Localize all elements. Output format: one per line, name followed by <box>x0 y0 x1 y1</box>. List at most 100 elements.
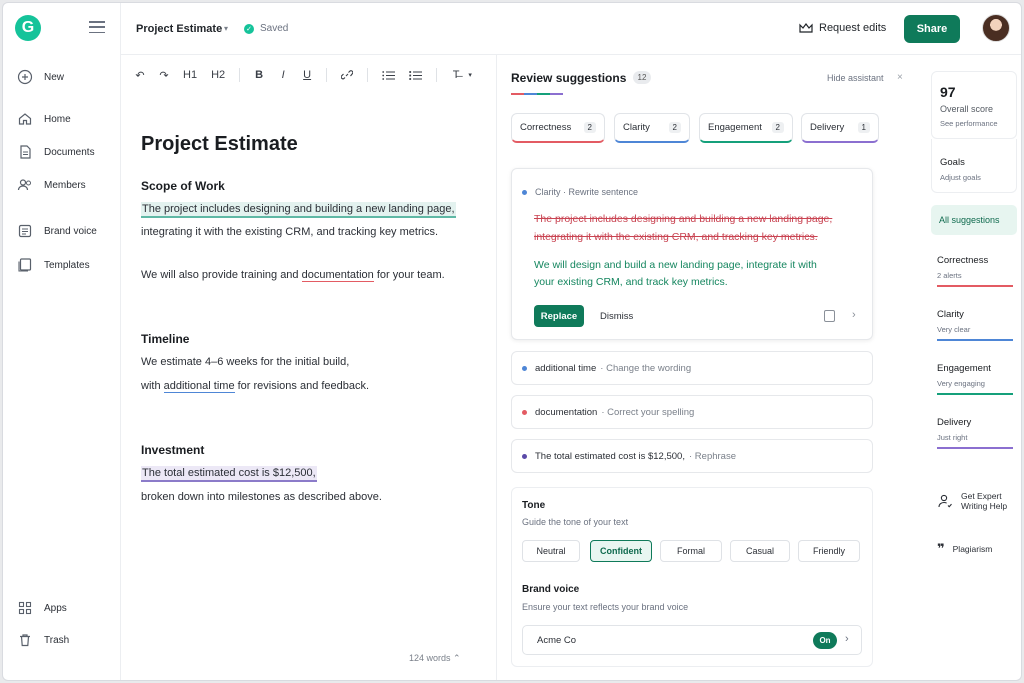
share-button[interactable]: Share <box>904 15 960 43</box>
text-line[interactable]: The project includes designing and build… <box>141 202 456 218</box>
bold-button[interactable]: B <box>254 69 264 81</box>
text-line[interactable]: We will also provide training and docume… <box>141 269 445 282</box>
tab-count: 2 <box>668 122 681 133</box>
text-line[interactable]: integrating it with the existing CRM, an… <box>141 226 438 238</box>
suggestion-hint: · Change the wording <box>600 362 692 374</box>
goals-card[interactable]: Goals Adjust goals <box>931 139 1017 193</box>
brand-voice-toggle[interactable]: On <box>813 632 837 649</box>
rail-category-engagement[interactable]: Engagement Very engaging <box>937 363 1013 395</box>
text-line[interactable]: The total estimated cost is $12,500, <box>141 466 317 482</box>
avatar[interactable] <box>982 14 1010 42</box>
app-window: G New Home Documents Members Brand voice… <box>2 2 1022 681</box>
hamburger-menu-icon[interactable] <box>89 21 105 33</box>
undo-icon[interactable]: ↶ <box>135 69 145 82</box>
sidebar-item-apps[interactable]: Apps <box>17 600 67 616</box>
suggestion-card[interactable]: additional time · Change the wording <box>511 351 873 385</box>
wording-underline[interactable]: additional time <box>163 380 235 393</box>
see-performance-link[interactable]: See performance <box>940 119 998 128</box>
chevron-down-icon[interactable]: ▾ <box>465 71 475 79</box>
word-count[interactable]: 124 words ⌃ <box>409 653 461 664</box>
tone-option-confident[interactable]: Confident <box>590 540 652 562</box>
request-edits-button[interactable]: Request edits <box>799 22 886 34</box>
redo-icon[interactable]: ↷ <box>159 69 169 82</box>
sidebar-item-label: New <box>44 71 65 83</box>
tone-panel: Tone Guide the tone of your text Neutral… <box>511 487 873 667</box>
category-name: Engagement <box>937 363 991 374</box>
brand-voice-icon <box>17 223 33 239</box>
suggestion-card[interactable]: The total estimated cost is $12,500, · Re… <box>511 439 873 473</box>
section-heading: Investment <box>141 443 205 457</box>
all-suggestions-button[interactable]: All suggestions <box>931 205 1017 235</box>
suggestion-meta: Clarity · Rewrite sentence <box>522 187 638 197</box>
chevron-right-icon[interactable]: › <box>845 633 849 645</box>
hint-label: Correct your spelling <box>607 406 695 418</box>
sidebar-item-home[interactable]: Home <box>17 111 71 127</box>
rail-category-correctness[interactable]: Correctness 2 alerts <box>937 255 1013 287</box>
clarity-highlight[interactable]: The project includes designing and build… <box>141 202 456 218</box>
hide-assistant-link[interactable]: Hide assistant <box>827 73 884 83</box>
review-panel: Review suggestions 12 Hide assistant × C… <box>497 55 903 680</box>
overall-score-card[interactable]: 97 Overall score See performance <box>931 71 1017 139</box>
chevron-right-icon[interactable]: › <box>852 309 856 321</box>
review-title-underline <box>511 93 563 95</box>
word-count-label: 124 words <box>409 653 451 663</box>
rephrase-highlight[interactable]: The total estimated cost is $12,500, <box>141 466 317 482</box>
apps-grid-icon <box>17 600 33 616</box>
chevron-down-icon[interactable]: ▾ <box>224 24 228 33</box>
spelling-underline[interactable]: documentation <box>301 269 374 282</box>
clear-format-button[interactable]: T̶ <box>451 69 461 81</box>
plagiarism-button[interactable]: ❞ Plagiarism <box>937 541 992 557</box>
sidebar-item-brand-voice[interactable]: Brand voice <box>17 223 97 239</box>
tab-delivery[interactable]: Delivery 1 <box>801 113 879 143</box>
editor-pane[interactable]: ↶ ↷ H1 H2 B I U T̶ ▾ Project Estimate Sc… <box>121 55 497 680</box>
rail-category-delivery[interactable]: Delivery Just right <box>937 417 1013 449</box>
link-icon[interactable] <box>341 69 354 81</box>
suggestion-card-expanded[interactable]: Clarity · Rewrite sentence The project i… <box>511 168 873 340</box>
replace-button[interactable]: Replace <box>534 305 584 327</box>
suggestion-text: documentation <box>535 406 598 418</box>
heading-1-button[interactable]: H1 <box>183 69 197 81</box>
tab-clarity[interactable]: Clarity 2 <box>614 113 690 143</box>
suggestion-card[interactable]: documentation · Correct your spelling <box>511 395 873 429</box>
underline-button[interactable]: U <box>302 69 312 81</box>
document-heading: Project Estimate <box>141 133 298 155</box>
hint-label: Rephrase <box>694 450 736 462</box>
heading-2-button[interactable]: H2 <box>211 69 225 81</box>
italic-button[interactable]: I <box>278 69 288 81</box>
tab-correctness[interactable]: Correctness 2 <box>511 113 605 143</box>
tone-option-formal[interactable]: Formal <box>660 540 722 562</box>
correctness-dot-icon <box>522 409 527 415</box>
rail-category-clarity[interactable]: Clarity Very clear <box>937 309 1013 341</box>
grammarly-logo[interactable]: G <box>15 15 41 41</box>
dismiss-button[interactable]: Dismiss <box>600 311 633 322</box>
quote-icon: ❞ <box>937 541 945 556</box>
document-title[interactable]: Project Estimate <box>136 23 222 35</box>
original-text: integrating it with the existing CRM, an… <box>534 231 818 243</box>
tone-option-casual[interactable]: Casual <box>730 540 790 562</box>
sidebar-item-templates[interactable]: Templates <box>17 257 90 273</box>
sidebar-item-documents[interactable]: Documents <box>17 144 95 160</box>
text-segment: We will also provide training and <box>141 269 302 281</box>
members-icon <box>17 177 33 193</box>
brand-voice-row[interactable]: Acme Co On › <box>522 625 862 655</box>
copy-icon[interactable] <box>824 310 835 322</box>
adjust-goals-link[interactable]: Adjust goals <box>940 173 981 182</box>
tone-option-neutral[interactable]: Neutral <box>522 540 580 562</box>
expert-help-label: Get Expert Writing Help <box>961 491 1007 511</box>
toolbar-divider <box>239 68 241 82</box>
category-status: Just right <box>937 433 968 442</box>
sidebar-item-new[interactable]: New <box>17 69 64 85</box>
text-line[interactable]: with additional time for revisions and f… <box>141 380 369 393</box>
text-line[interactable]: broken down into milestones as described… <box>141 491 382 503</box>
numbered-list-icon[interactable] <box>382 70 396 81</box>
section-heading: Scope of Work <box>141 179 225 193</box>
text-line[interactable]: We estimate 4–6 weeks for the initial bu… <box>141 356 349 368</box>
tone-option-friendly[interactable]: Friendly <box>798 540 860 562</box>
sidebar-item-members[interactable]: Members <box>17 177 86 193</box>
sidebar-item-trash[interactable]: Trash <box>17 632 69 648</box>
bullet-list-icon[interactable] <box>409 70 423 81</box>
expert-help-button[interactable]: Get Expert Writing Help <box>937 491 1007 511</box>
close-icon[interactable]: × <box>897 72 903 83</box>
tab-engagement[interactable]: Engagement 2 <box>699 113 793 143</box>
plagiarism-label: Plagiarism <box>952 544 993 554</box>
